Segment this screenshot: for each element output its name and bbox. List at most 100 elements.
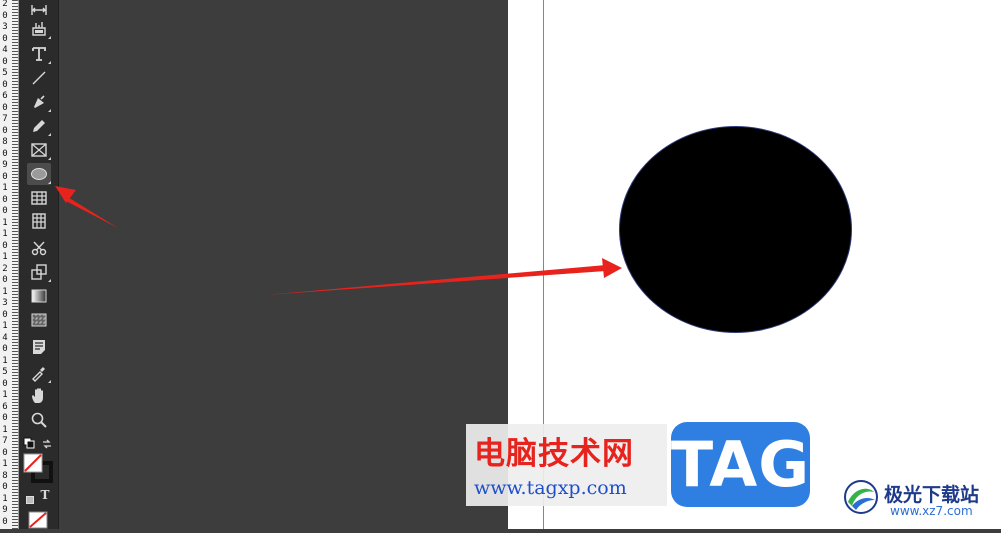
swap-fill-stroke-icon[interactable] <box>41 435 53 449</box>
eyedropper-tool-icon <box>32 367 45 382</box>
rectangle-frame-tool[interactable] <box>27 139 51 161</box>
ruler-tick <box>12 30 18 31</box>
eyedropper-tool[interactable] <box>27 362 51 384</box>
ruler-label: 3 <box>2 298 8 308</box>
ruler-tick <box>12 432 18 433</box>
ruler-tick <box>12 333 18 334</box>
ruler-tick <box>12 525 18 526</box>
ruler-tick <box>12 261 18 262</box>
ruler-label: 0 <box>2 482 8 492</box>
site-logo-url: www.xz7.com <box>890 504 973 518</box>
gradient-swatch-tool-icon <box>31 289 47 303</box>
ruler-tick <box>12 489 18 490</box>
ruler-tick <box>12 450 18 451</box>
ruler-tick <box>12 267 18 268</box>
scissors-tool[interactable] <box>27 237 51 259</box>
type-tool[interactable] <box>27 43 51 65</box>
ruler-tick <box>12 66 18 67</box>
line-tool[interactable] <box>27 67 51 89</box>
ruler-tick <box>12 408 18 409</box>
ruler-tick <box>12 141 18 142</box>
content-collector-tool[interactable] <box>27 18 51 40</box>
ruler-tick <box>12 273 18 274</box>
apply-none-icon[interactable] <box>28 511 48 529</box>
table-column-tool[interactable] <box>27 210 51 232</box>
ruler-tick <box>12 150 18 151</box>
table-tool[interactable] <box>27 187 51 209</box>
free-transform-tool[interactable] <box>27 261 51 283</box>
note-tool[interactable] <box>27 336 51 358</box>
ruler-tick <box>12 414 18 415</box>
zoom-tool[interactable] <box>27 409 51 431</box>
ruler-tick <box>12 240 18 241</box>
ruler-tick <box>12 381 18 382</box>
ruler-tick <box>12 285 18 286</box>
vertical-ruler[interactable]: 2030405060708090100110120130140150160170… <box>0 0 19 529</box>
gradient-swatch-tool[interactable] <box>27 285 51 307</box>
pasteboard[interactable] <box>59 0 508 529</box>
ruler-tick <box>12 399 18 400</box>
ruler-tick <box>12 360 18 361</box>
ruler-tick <box>12 189 18 190</box>
ruler-tick <box>12 291 18 292</box>
ruler-label: 0 <box>2 344 8 354</box>
hand-tool[interactable] <box>27 385 51 407</box>
ruler-tick <box>12 486 18 487</box>
ruler-tick <box>12 51 18 52</box>
ruler-tick <box>12 420 18 421</box>
ruler-tick <box>12 498 18 499</box>
ruler-tick <box>12 21 18 22</box>
ruler-tick <box>12 336 18 337</box>
ruler-tick <box>12 0 18 1</box>
ruler-label: 0 <box>2 33 8 44</box>
watermark-url: www.tagxp.com <box>474 477 627 499</box>
tag-logo-text: TAG <box>670 428 811 501</box>
ruler-label: 0 <box>2 413 8 423</box>
ruler-tick <box>12 288 18 289</box>
ruler-tick <box>12 384 18 385</box>
ruler-tick <box>12 36 18 37</box>
pen-tool[interactable] <box>27 91 51 113</box>
ruler-tick <box>12 81 18 82</box>
ruler-tick <box>12 393 18 394</box>
ruler-tick <box>12 135 18 136</box>
ruler-tick <box>12 501 18 502</box>
ruler-tick <box>12 519 18 520</box>
ruler-tick <box>12 120 18 121</box>
ruler-label: 0 <box>2 102 8 113</box>
ruler-tick <box>12 372 18 373</box>
formatting-text-button[interactable]: T <box>39 488 51 502</box>
ruler-tick <box>12 348 18 349</box>
ruler-label: 0 <box>2 79 8 90</box>
ruler-tick <box>12 216 18 217</box>
ruler-label: 0 <box>2 148 8 159</box>
ruler-tick <box>12 204 18 205</box>
ruler-tick <box>12 87 18 88</box>
ruler-tick <box>12 423 18 424</box>
ruler-tick <box>12 234 18 235</box>
ruler-tick <box>12 426 18 427</box>
ruler-tick <box>12 12 18 13</box>
ruler-label: 1 <box>2 493 8 504</box>
ruler-tick <box>12 522 18 523</box>
ruler-tick <box>12 171 18 172</box>
ellipse-tool[interactable] <box>27 163 51 185</box>
formatting-container-icon[interactable] <box>25 490 35 504</box>
gradient-feather-tool[interactable] <box>27 309 51 331</box>
ruler-tick <box>12 207 18 208</box>
ruler-tick <box>12 159 18 160</box>
ruler-tick <box>12 147 18 148</box>
fill-stroke-swatches[interactable] <box>23 453 53 483</box>
ruler-label: 4 <box>2 45 8 55</box>
ruler-label: 9 <box>2 505 8 515</box>
ruler-label: 1 <box>2 321 8 331</box>
black-ellipse-shape[interactable] <box>620 127 851 332</box>
pencil-tool[interactable] <box>27 115 51 137</box>
ruler-tick <box>12 48 18 49</box>
ruler-tick <box>12 72 18 73</box>
default-fill-stroke-icon[interactable] <box>23 434 35 449</box>
ruler-tick <box>12 255 18 256</box>
site-logo: 极光下载站 www.xz7.com <box>840 476 1000 524</box>
ruler-tick <box>12 441 18 442</box>
ruler-tick <box>12 75 18 76</box>
